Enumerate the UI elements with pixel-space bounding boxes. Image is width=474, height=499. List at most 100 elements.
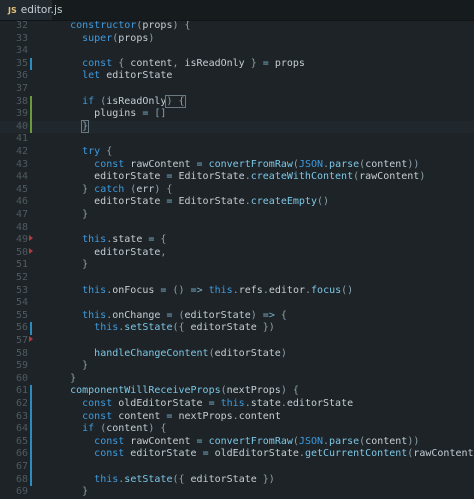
- code-line[interactable]: 40 }: [0, 121, 474, 134]
- code-token: this: [82, 285, 106, 296]
- code-token: }: [82, 184, 94, 195]
- tab-editor-js[interactable]: JS editor.js: [0, 0, 52, 20]
- code-token: ): [148, 33, 154, 44]
- code-line[interactable]: 59 }: [0, 360, 474, 373]
- code-line[interactable]: 54: [0, 297, 474, 310]
- code-line[interactable]: 42 try {: [0, 146, 474, 159]
- code-token: editorState: [46, 171, 166, 182]
- code-token: plugins: [46, 108, 142, 119]
- code-line[interactable]: 47 }: [0, 209, 474, 222]
- code-line[interactable]: 61 componentWillReceiveProps(nextProps) …: [0, 385, 474, 398]
- code-token: [46, 33, 82, 44]
- code-token: ({: [172, 322, 190, 333]
- line-number: 36: [0, 70, 28, 83]
- code-line[interactable]: 33 super(props): [0, 33, 474, 46]
- code-text: }: [46, 121, 88, 134]
- code-text: const editorState = oldEditorState.getCu…: [46, 448, 474, 461]
- code-token: [46, 398, 82, 409]
- code-token: }): [257, 474, 275, 485]
- code-text: handleChangeContent(editorState): [46, 348, 287, 361]
- code-token: nextProps: [172, 411, 232, 422]
- code-token: if: [82, 96, 94, 107]
- code-line[interactable]: 48: [0, 222, 474, 235]
- code-line[interactable]: 49 this.state = {: [0, 234, 474, 247]
- code-token: [46, 474, 94, 485]
- code-token: editorState: [124, 448, 202, 459]
- code-editor[interactable]: 32 constructor(props) {33 super(props)34…: [0, 21, 474, 499]
- code-line[interactable]: 66 const editorState = oldEditorState.ge…: [0, 448, 474, 461]
- code-line[interactable]: 64 if (content) {: [0, 423, 474, 436]
- code-line[interactable]: 53 this.onFocus = () => this.refs.editor…: [0, 285, 474, 298]
- code-token: [46, 436, 94, 447]
- code-text: } catch (err) {: [46, 184, 172, 197]
- code-line[interactable]: 56 this.setState({ editorState }): [0, 322, 474, 335]
- code-line[interactable]: 43 const rawContent = convertFromRaw(JSO…: [0, 159, 474, 172]
- code-line[interactable]: 69 }: [0, 486, 474, 499]
- code-token: onFocus: [112, 285, 160, 296]
- code-text: }: [46, 373, 76, 386]
- git-modified-marker: [30, 322, 32, 335]
- line-number: 64: [0, 423, 28, 436]
- code-line[interactable]: 60 }: [0, 373, 474, 386]
- code-text: const content = nextProps.content: [46, 411, 281, 424]
- code-token: convertFromRaw: [209, 436, 293, 447]
- code-token: this: [94, 474, 118, 485]
- line-number: 61: [0, 385, 28, 398]
- code-token: [46, 322, 94, 333]
- git-modified-marker: [30, 411, 32, 424]
- line-number: 39: [0, 108, 28, 121]
- code-token: oldEditorState: [112, 398, 208, 409]
- git-modified-marker: [30, 423, 32, 436]
- code-line[interactable]: 62 const oldEditorState = this.state.edi…: [0, 398, 474, 411]
- code-token: [46, 373, 70, 384]
- code-line[interactable]: 38 if (isReadOnly) {: [0, 96, 474, 109]
- code-token: [46, 310, 82, 321]
- code-line[interactable]: 45 } catch (err) {: [0, 184, 474, 197]
- code-token: JSON: [299, 436, 323, 447]
- code-line[interactable]: 32 constructor(props) {: [0, 21, 474, 33]
- code-token: super: [82, 33, 112, 44]
- code-line[interactable]: 44 editorState = EditorState.createWithC…: [0, 171, 474, 184]
- code-line[interactable]: 57: [0, 335, 474, 348]
- code-token: =>: [263, 310, 275, 321]
- code-line[interactable]: 34: [0, 45, 474, 58]
- code-text: editorState = EditorState.createEmpty(): [46, 196, 329, 209]
- code-token: (): [317, 196, 329, 207]
- code-text: editorState,: [46, 247, 166, 260]
- code-token: editorState: [287, 398, 353, 409]
- code-token: [46, 121, 82, 132]
- code-text: if (content) {: [46, 423, 166, 436]
- code-line[interactable]: 41: [0, 133, 474, 146]
- code-line[interactable]: 68 this.setState({ editorState }): [0, 474, 474, 487]
- code-line[interactable]: 63 const content = nextProps.content: [0, 411, 474, 424]
- code-line[interactable]: 46 editorState = EditorState.createEmpty…: [0, 196, 474, 209]
- code-token: ) {: [172, 21, 190, 31]
- code-line[interactable]: 65 const rawContent = convertFromRaw(JSO…: [0, 436, 474, 449]
- code-line[interactable]: 52: [0, 272, 474, 285]
- code-line[interactable]: 58 handleChangeContent(editorState): [0, 348, 474, 361]
- code-line[interactable]: 51 }: [0, 259, 474, 272]
- line-number: 67: [0, 461, 28, 474]
- code-line[interactable]: 35 const { content, isReadOnly } = props: [0, 58, 474, 71]
- code-token: )): [407, 436, 419, 447]
- code-line[interactable]: 55 this.onChange = (editorState) => {: [0, 310, 474, 323]
- tab-bar: JS editor.js: [0, 0, 474, 21]
- code-line[interactable]: 39 plugins = []: [0, 108, 474, 121]
- code-token: [46, 360, 82, 371]
- code-token: [46, 159, 94, 170]
- code-token: this: [82, 310, 106, 321]
- code-line[interactable]: 67: [0, 461, 474, 474]
- code-token: this: [82, 234, 106, 245]
- code-line[interactable]: 50 editorState,: [0, 247, 474, 260]
- code-text: }: [46, 209, 88, 222]
- git-deleted-marker: [29, 336, 33, 342]
- line-number: 60: [0, 373, 28, 386]
- code-line[interactable]: 37: [0, 83, 474, 96]
- code-token: (: [172, 310, 184, 321]
- tab-label: editor.js: [21, 4, 63, 16]
- code-token: const: [82, 411, 112, 422]
- code-token: this: [94, 322, 118, 333]
- code-token: err: [136, 184, 154, 195]
- code-token: content: [130, 58, 172, 69]
- code-line[interactable]: 36 let editorState: [0, 70, 474, 83]
